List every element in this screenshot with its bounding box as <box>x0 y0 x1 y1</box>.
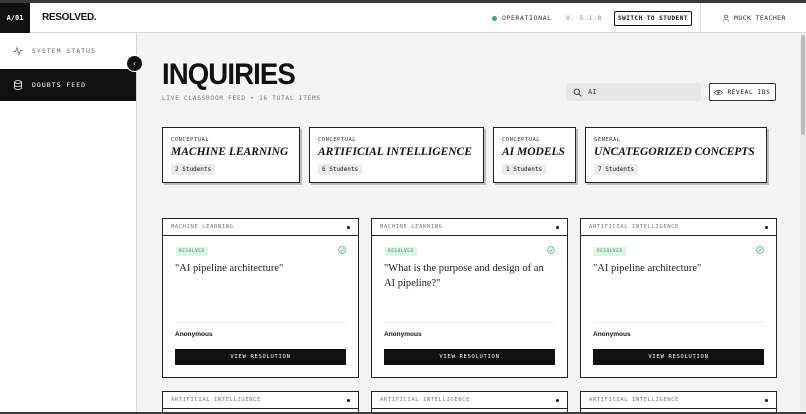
check-circle-icon <box>338 246 346 254</box>
sidebar-item-doubts-feed[interactable]: DOUBTS FEED <box>0 69 136 101</box>
card-topic: MACHINE LEARNING <box>380 224 443 230</box>
activity-icon <box>13 46 23 56</box>
database-icon <box>14 80 22 90</box>
card-body: RESOLVED "What is the purpose and design… <box>372 236 567 378</box>
switch-to-student-button[interactable]: SWITCH TO STUDENT <box>614 11 692 26</box>
system-status-indicator: OPERATIONAL <box>492 14 552 22</box>
inquiry-card[interactable]: ARTIFICIAL INTELLIGENCE <box>371 391 568 412</box>
card-body: RESOLVED "AI pipeline architecture" Anon… <box>581 236 776 378</box>
user-icon <box>722 14 730 22</box>
sidebar-item-label: SYSTEM STATUS <box>32 47 96 55</box>
card-header: ARTIFICIAL INTELLIGENCE <box>372 392 567 409</box>
divider <box>175 322 346 323</box>
eye-icon <box>714 89 724 95</box>
topic-category: GENERAL <box>594 137 621 143</box>
topic-category: CONCEPTUAL <box>318 137 357 143</box>
divider <box>384 322 555 323</box>
check-circle-icon <box>756 246 764 254</box>
topic-student-count: 2 Students <box>171 164 216 175</box>
view-resolution-button[interactable]: VIEW RESOLUTION <box>175 349 346 365</box>
topic-student-count: 6 Students <box>318 164 363 175</box>
reveal-ids-label: REVEAL IDS <box>727 88 771 96</box>
collapse-sidebar-button[interactable]: ‹ <box>126 55 143 72</box>
sidebar-item-system-status[interactable]: SYSTEM STATUS <box>0 35 136 67</box>
resolved-badge: RESOLVED <box>385 247 417 256</box>
inquiry-card[interactable]: MACHINE LEARNING RESOLVED "What is the p… <box>371 218 568 378</box>
topic-name: UNCATEGORIZED CONCEPTS <box>594 146 755 158</box>
author-name: Anonymous <box>593 331 631 338</box>
search-bar[interactable] <box>566 83 701 101</box>
scrollbar[interactable] <box>800 33 806 412</box>
card-body: RESOLVED "AI pipeline architecture" Anon… <box>163 236 358 378</box>
card-topic: ARTIFICIAL INTELLIGENCE <box>589 224 679 230</box>
card-topic: ARTIFICIAL INTELLIGENCE <box>589 397 679 403</box>
status-label: OPERATIONAL <box>502 14 552 22</box>
topic-card-ai-models[interactable]: CONCEPTUAL AI MODELS 1 Students <box>493 127 576 183</box>
topic-name: MACHINE LEARNING <box>171 146 289 158</box>
chevron-left-icon: ‹ <box>133 59 136 68</box>
topic-name: AI MODELS <box>502 146 565 158</box>
card-topic: ARTIFICIAL INTELLIGENCE <box>380 397 470 403</box>
topic-card-artificial-intelligence[interactable]: CONCEPTUAL ARTIFICIAL INTELLIGENCE 6 Stu… <box>309 127 484 183</box>
reveal-ids-button[interactable]: REVEAL IDS <box>709 83 776 101</box>
version-label: V. 5.1.0 <box>566 14 603 22</box>
topic-student-count: 1 Students <box>502 164 547 175</box>
page-subtitle: LIVE CLASSROOM FEED • 16 TOTAL ITEMS <box>162 95 321 102</box>
sidebar-item-label: DOUBTS FEED <box>32 81 87 89</box>
user-name: MOCK TEACHER <box>734 14 786 22</box>
resolved-badge: RESOLVED <box>594 247 626 256</box>
search-icon <box>573 88 582 97</box>
question-text: "AI pipeline architecture" <box>593 263 702 274</box>
app-window: A/01 RESOLVED. OPERATIONAL V. 5.1.0 SWIT… <box>0 3 806 412</box>
top-bar: A/01 RESOLVED. OPERATIONAL V. 5.1.0 SWIT… <box>0 3 806 33</box>
topic-student-count: 7 Students <box>594 164 639 175</box>
divider <box>700 3 701 33</box>
question-text: "AI pipeline architecture" <box>175 263 284 274</box>
resolved-badge: RESOLVED <box>176 247 208 256</box>
topic-card-uncategorized-concepts[interactable]: GENERAL UNCATEGORIZED CONCEPTS 7 Student… <box>585 127 767 183</box>
topic-card-machine-learning[interactable]: CONCEPTUAL MACHINE LEARNING 2 Students <box>162 127 300 183</box>
status-dot-icon <box>492 15 497 21</box>
topic-category: CONCEPTUAL <box>502 137 541 143</box>
brand-name[interactable]: RESOLVED. <box>42 12 97 23</box>
inquiry-card[interactable]: ARTIFICIAL INTELLIGENCE <box>580 391 777 412</box>
view-resolution-button[interactable]: VIEW RESOLUTION <box>593 349 764 365</box>
question-text: "What is the purpose and design of an AI… <box>384 263 544 289</box>
search-input[interactable] <box>588 88 688 96</box>
check-circle-icon <box>547 246 555 254</box>
card-topic: ARTIFICIAL INTELLIGENCE <box>171 397 261 403</box>
page-title: INQUIRIES <box>162 58 296 91</box>
card-header: ARTIFICIAL INTELLIGENCE <box>581 392 776 409</box>
author-name: Anonymous <box>384 331 422 338</box>
menu-dot-icon[interactable] <box>556 225 559 229</box>
view-resolution-button[interactable]: VIEW RESOLUTION <box>384 349 555 365</box>
brand-code: A/01 <box>0 3 30 33</box>
card-header: ARTIFICIAL INTELLIGENCE <box>163 392 358 409</box>
menu-dot-icon[interactable] <box>556 398 559 402</box>
card-topic: MACHINE LEARNING <box>171 224 234 230</box>
topic-category: CONCEPTUAL <box>171 137 210 143</box>
topic-name: ARTIFICIAL INTELLIGENCE <box>318 146 472 158</box>
inquiry-card[interactable]: ARTIFICIAL INTELLIGENCE <box>162 391 359 412</box>
author-name: Anonymous <box>175 331 213 338</box>
card-header: MACHINE LEARNING <box>372 219 567 236</box>
menu-dot-icon[interactable] <box>765 225 768 229</box>
user-menu[interactable]: MOCK TEACHER <box>722 14 786 22</box>
menu-dot-icon[interactable] <box>765 398 768 402</box>
scrollbar-thumb[interactable] <box>801 35 805 135</box>
inquiry-card[interactable]: MACHINE LEARNING RESOLVED "AI pipeline a… <box>162 218 359 378</box>
divider <box>593 322 764 323</box>
card-header: ARTIFICIAL INTELLIGENCE <box>581 219 776 236</box>
menu-dot-icon[interactable] <box>347 398 350 402</box>
sidebar: SYSTEM STATUS DOUBTS FEED <box>0 33 137 412</box>
card-header: MACHINE LEARNING <box>163 219 358 236</box>
inquiry-card[interactable]: ARTIFICIAL INTELLIGENCE RESOLVED "AI pip… <box>580 218 777 378</box>
menu-dot-icon[interactable] <box>347 225 350 229</box>
